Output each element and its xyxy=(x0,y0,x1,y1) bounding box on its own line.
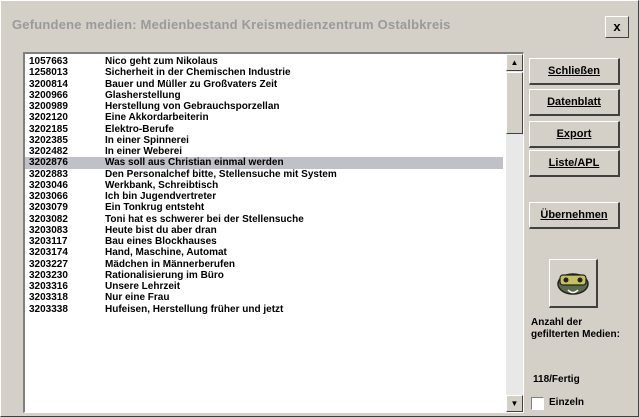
media-title: Bau eines Blockhauses xyxy=(105,236,217,247)
media-number: 3202883 xyxy=(29,168,68,180)
media-title: In einer Spinnerei xyxy=(105,134,189,146)
list-item[interactable]: 3203083 Heute bist du aber dran xyxy=(25,225,503,236)
media-number: 3203338 xyxy=(29,303,68,315)
media-number: 3203083 xyxy=(29,224,68,236)
list-item[interactable]: 3203046 Werkbank, Schreibtisch xyxy=(25,180,503,191)
list-item[interactable]: 3203117 Bau eines Blockhauses xyxy=(25,236,503,247)
single-checkbox[interactable] xyxy=(531,397,544,410)
list-item[interactable]: 3202185 Elektro-Berufe xyxy=(25,124,503,135)
vertical-scrollbar[interactable]: ▲ ▼ xyxy=(506,54,523,412)
media-title: Mädchen in Männerberufen xyxy=(105,258,236,270)
media-title: Heute bist du aber dran xyxy=(105,224,217,236)
media-number: 3203046 xyxy=(29,179,68,191)
list-item[interactable]: 3200966 Glasherstellung xyxy=(25,90,503,101)
media-title: Den Personalchef bitte, Stellensuche mit… xyxy=(105,168,337,180)
media-list[interactable]: 1057663 Nico geht zum Nikolaus 1258013 Sich… xyxy=(23,52,524,413)
media-title: Eine Akkordarbeiterin xyxy=(105,112,209,124)
media-number: 3200989 xyxy=(29,101,68,112)
list-item[interactable]: 3200989 Herstellung von Gebrauchsporzella… xyxy=(25,101,503,112)
media-number: 3202876 xyxy=(29,157,68,169)
media-number: 3203230 xyxy=(29,269,68,281)
filtered-count-value: 118/Fertig xyxy=(533,374,580,385)
list-item[interactable]: 3202883 Den Personalchef bitte, Stellensu… xyxy=(25,169,503,180)
media-title: Nur eine Frau xyxy=(105,292,170,304)
media-number: 3203082 xyxy=(29,213,68,225)
filtered-count-label: Anzahl der gefilterten Medien: xyxy=(531,317,620,340)
media-title: Werkbank, Schreibtisch xyxy=(105,179,219,191)
media-number: 3202120 xyxy=(29,112,68,124)
media-title: Rationalisierung im Büro xyxy=(105,269,224,281)
single-checkbox-label: Einzeln xyxy=(549,397,585,408)
list-item[interactable]: 3202385 In einer Spinnerei xyxy=(25,135,503,146)
media-title: Hufeisen, Herstellung früher und jetzt xyxy=(105,303,284,315)
list-item[interactable]: 3203227 Mädchen in Männerberufen xyxy=(25,259,503,270)
media-title: Hand, Maschine, Automat xyxy=(105,247,227,259)
arrow-down-icon[interactable]: ▼ xyxy=(506,395,523,412)
media-title: Ein Tonkrug entsteht xyxy=(105,202,205,214)
list-item[interactable]: 3200814 Bauer und Müller zu Großvaters Ze… xyxy=(25,79,503,90)
list-item[interactable]: 3202482 In einer Weberei xyxy=(25,146,503,157)
list-item[interactable]: 3202120 Eine Akkordarbeiterin xyxy=(25,112,503,123)
list-item[interactable]: 1258013 Sicherheit in der Chemischen Indu… xyxy=(25,67,503,78)
media-number: 1258013 xyxy=(29,67,68,79)
list-item[interactable]: 1057663 Nico geht zum Nikolaus xyxy=(25,56,503,67)
media-title: Herstellung von Gebrauchsporzellan xyxy=(105,101,280,112)
list-apl-button[interactable]: Liste/APL xyxy=(529,150,620,177)
datasheet-button[interactable]: Datenblatt xyxy=(529,89,620,116)
media-icon-button[interactable] xyxy=(549,259,598,308)
take-over-button[interactable]: Übernehmen xyxy=(529,202,620,229)
list-item[interactable]: 3203316 Unsere Lehrzeit xyxy=(25,281,503,292)
list-item[interactable]: 3202876 Was soll aus Christian einmal wer… xyxy=(25,157,503,169)
media-number: 3203079 xyxy=(29,202,68,214)
cassette-icon xyxy=(557,273,589,295)
list-item[interactable]: 3203318 Nur eine Frau xyxy=(25,292,503,303)
media-list-rows: 1057663 Nico geht zum Nikolaus 1258013 Sich… xyxy=(25,56,503,315)
list-item[interactable]: 3203338 Hufeisen, Herstellung früher und … xyxy=(25,304,503,315)
media-number: 3203117 xyxy=(29,236,68,247)
media-title: In einer Weberei xyxy=(105,146,183,157)
media-number: 3202185 xyxy=(29,123,68,135)
media-title: Sicherheit in der Chemischen Industrie xyxy=(105,67,291,79)
media-number: 3203174 xyxy=(29,247,68,259)
media-number: 3203318 xyxy=(29,292,68,304)
media-number: 3200966 xyxy=(29,89,68,101)
media-number: 3202482 xyxy=(29,146,68,157)
media-number: 3203227 xyxy=(29,258,68,270)
media-search-dialog: Gefundene medien: Medienbestand Kreismed… xyxy=(0,0,639,417)
title-bar: Gefundene medien: Medienbestand Kreismed… xyxy=(4,4,635,46)
list-item[interactable]: 3203082 Toni hat es schwerer bei der Stel… xyxy=(25,214,503,225)
media-number: 3203316 xyxy=(29,281,68,292)
media-title: Unsere Lehrzeit xyxy=(105,281,181,292)
media-title: Glasherstellung xyxy=(105,89,181,101)
media-number: 3200814 xyxy=(29,78,68,90)
list-item[interactable]: 3203079 Ein Tonkrug entsteht xyxy=(25,202,503,213)
list-item[interactable]: 3203066 Ich bin Jugendvertreter xyxy=(25,191,503,202)
close-button[interactable]: Schließen xyxy=(529,58,620,85)
media-title: Bauer und Müller zu Großvaters Zeit xyxy=(105,78,278,90)
media-title: Was soll aus Christian einmal werden xyxy=(105,157,284,169)
list-item[interactable]: 3203230 Rationalisierung im Büro xyxy=(25,270,503,281)
media-title: Ich bin Jugendvertreter xyxy=(105,191,217,202)
list-item[interactable]: 3203174 Hand, Maschine, Automat xyxy=(25,247,503,258)
media-title: Elektro-Berufe xyxy=(105,123,174,135)
arrow-up-icon[interactable]: ▲ xyxy=(506,54,523,71)
media-number: 3203066 xyxy=(29,191,68,202)
media-number: 3202385 xyxy=(29,134,68,146)
export-button[interactable]: Export xyxy=(529,121,620,148)
media-number: 1057663 xyxy=(29,56,68,67)
media-title: Toni hat es schwerer bei der Stellensuch… xyxy=(105,213,304,225)
media-title: Nico geht zum Nikolaus xyxy=(105,56,218,67)
window-title: Gefundene medien: Medienbestand Kreismed… xyxy=(12,17,451,32)
scrollbar-thumb[interactable] xyxy=(506,72,523,134)
close-icon[interactable]: x xyxy=(605,16,629,38)
